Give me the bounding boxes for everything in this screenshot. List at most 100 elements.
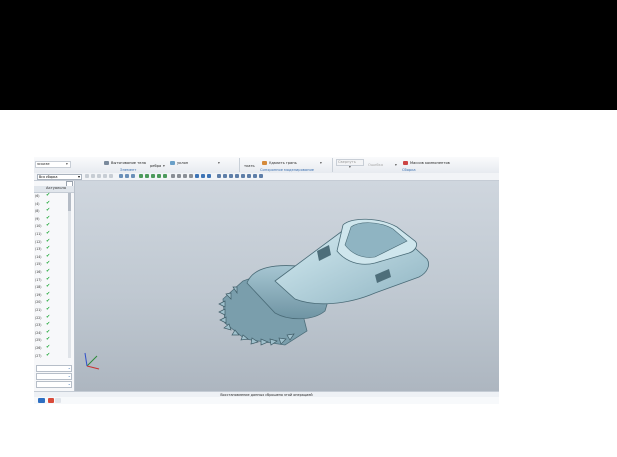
offset-face-button[interactable]: ткать [244, 164, 255, 168]
app-icon[interactable] [38, 398, 45, 403]
preview-panel-toggle[interactable]: ⌄ [36, 381, 72, 388]
select-icon[interactable] [97, 174, 101, 178]
delete-face-button[interactable]: Удалить грань [269, 161, 297, 165]
point-icon[interactable] [139, 174, 143, 178]
section-icon[interactable] [253, 174, 257, 178]
orient-icon[interactable] [131, 174, 135, 178]
navigator-row[interactable]: (21) ✔ [34, 307, 68, 313]
more-icon[interactable] [259, 174, 263, 178]
navigator-scroll-thumb[interactable] [68, 193, 71, 211]
face-select-icon[interactable] [163, 174, 167, 178]
snap-icon[interactable] [119, 174, 123, 178]
navigator-scrollbar[interactable] [68, 193, 71, 358]
navigator-row[interactable]: (27) ✔ [34, 351, 68, 359]
navigator-row-label: (20) [35, 300, 42, 305]
sketch-combo-label: эскизе [37, 162, 50, 166]
navigator-header: Актуально [34, 186, 74, 193]
navigator-row[interactable]: (15) ✔ [34, 261, 68, 267]
app-icon[interactable] [48, 398, 54, 403]
check-icon: ✔ [46, 252, 51, 259]
snap-grid-icon[interactable] [207, 174, 211, 178]
check-icon: ✔ [46, 344, 51, 350]
navigator-row[interactable]: (6) ✔ [34, 193, 68, 199]
model-view[interactable] [75, 181, 499, 391]
snap-point-icon[interactable] [195, 174, 199, 178]
check-icon: ✔ [46, 222, 51, 229]
extrude-button[interactable]: Вытягивание тела [111, 161, 146, 165]
check-icon: ✔ [46, 245, 51, 252]
filter-icon[interactable] [103, 174, 107, 178]
coordinate-triad [84, 352, 100, 370]
wireframe-icon[interactable] [229, 174, 233, 178]
analysis-icon[interactable] [247, 174, 251, 178]
graphics-viewport[interactable] [75, 181, 499, 391]
component-pattern-button[interactable]: Массив компонентов [410, 161, 450, 165]
check-icon: ✔ [46, 351, 51, 358]
chevron-down-icon: ▾ [218, 161, 220, 165]
chevron-down-icon: ▾ [395, 163, 397, 167]
details-panel-toggle[interactable]: ⌄ [36, 373, 72, 380]
ribbon-group-features: Элемент [120, 168, 137, 172]
navigator-row[interactable]: (26) ✔ [34, 345, 68, 351]
navigator-row[interactable]: (20) ✔ [34, 299, 68, 305]
line-icon[interactable] [145, 174, 149, 178]
view-icon[interactable] [125, 174, 129, 178]
undo-icon[interactable] [85, 174, 89, 178]
navigator-row[interactable]: (11) ✔ [34, 231, 68, 237]
edge-button[interactable]: ребра [150, 164, 161, 168]
display-icon[interactable] [223, 174, 227, 178]
navigator-row-label: (12) [35, 239, 42, 244]
disabled-item[interactable]: Ошибка [368, 163, 383, 167]
selection-filter-value: Вся сборка [39, 175, 58, 179]
navigator-row[interactable]: (4) ✔ [34, 200, 68, 207]
curve-icon[interactable] [151, 174, 155, 178]
navigator-row-label: (19) [35, 292, 42, 297]
snap-intersect-icon[interactable] [189, 174, 193, 178]
navigator-row-label: (9) [35, 216, 40, 221]
layer-icon[interactable] [235, 174, 239, 178]
render-icon[interactable] [217, 174, 221, 178]
navigator-row[interactable]: (22) ✔ [34, 313, 68, 321]
navigator-row[interactable]: (16) ✔ [34, 269, 68, 275]
check-icon: ✔ [46, 290, 51, 297]
snap-arc-icon[interactable] [201, 174, 205, 178]
navigator-row-label: (27) [35, 353, 42, 358]
navigator-row[interactable]: (13) ✔ [34, 246, 68, 252]
navigator-row[interactable]: (25) ✔ [34, 337, 68, 343]
navigator-row[interactable]: (18) ✔ [34, 284, 68, 290]
edge-select-icon[interactable] [157, 174, 161, 178]
component-pattern-icon [403, 161, 408, 165]
navigator-row[interactable]: (8) ✔ [34, 208, 68, 214]
check-icon: ✔ [46, 321, 51, 328]
navigator-row[interactable]: (14) ✔ [34, 252, 68, 260]
navigator-row[interactable]: (23) ✔ [34, 322, 68, 328]
wcs-icon[interactable] [241, 174, 245, 178]
snap-center-icon[interactable] [183, 174, 187, 178]
navigator-row[interactable]: (9) ✔ [34, 215, 68, 222]
navigator-row[interactable]: (12) ✔ [34, 238, 68, 245]
navigator-row-label: (24) [35, 330, 42, 335]
navigator-row[interactable]: (19) ✔ [34, 290, 68, 298]
check-icon: ✔ [46, 283, 51, 290]
part-navigator: Актуально (6) ✔ (4) ✔ (8) ✔ (9) ✔ (10) ✔ (11) ✔ (12)… [34, 181, 75, 391]
navigator-row[interactable]: (24) ✔ [34, 328, 68, 336]
sketch-combo[interactable]: эскизе ▾ [35, 161, 71, 168]
snap-end-icon[interactable] [171, 174, 175, 178]
check-icon: ✔ [46, 328, 51, 335]
top-black-band [0, 0, 617, 110]
box-select-icon[interactable] [109, 174, 113, 178]
collapse-combo-label: Свернуть [338, 160, 356, 164]
navigator-row[interactable]: (10) ✔ [34, 223, 68, 229]
dependencies-panel-toggle[interactable]: ⌄ [36, 365, 72, 372]
selection-filter-select[interactable]: Вся сборка ▾ [37, 174, 82, 180]
check-icon: ✔ [46, 313, 51, 320]
navigator-row-label: (23) [35, 323, 42, 328]
app-icon[interactable] [55, 398, 61, 403]
snap-mid-icon[interactable] [177, 174, 181, 178]
draft-button[interactable]: уклон [177, 161, 188, 165]
navigator-row[interactable]: (17) ✔ [34, 276, 68, 283]
chevron-down-icon: ⌄ [67, 365, 71, 370]
redo-icon[interactable] [91, 174, 95, 178]
ribbon: эскизе ▾ Вытягивание тела ребра ▾ уклон … [34, 157, 499, 174]
column-header-uptodate: Актуально [46, 186, 67, 190]
